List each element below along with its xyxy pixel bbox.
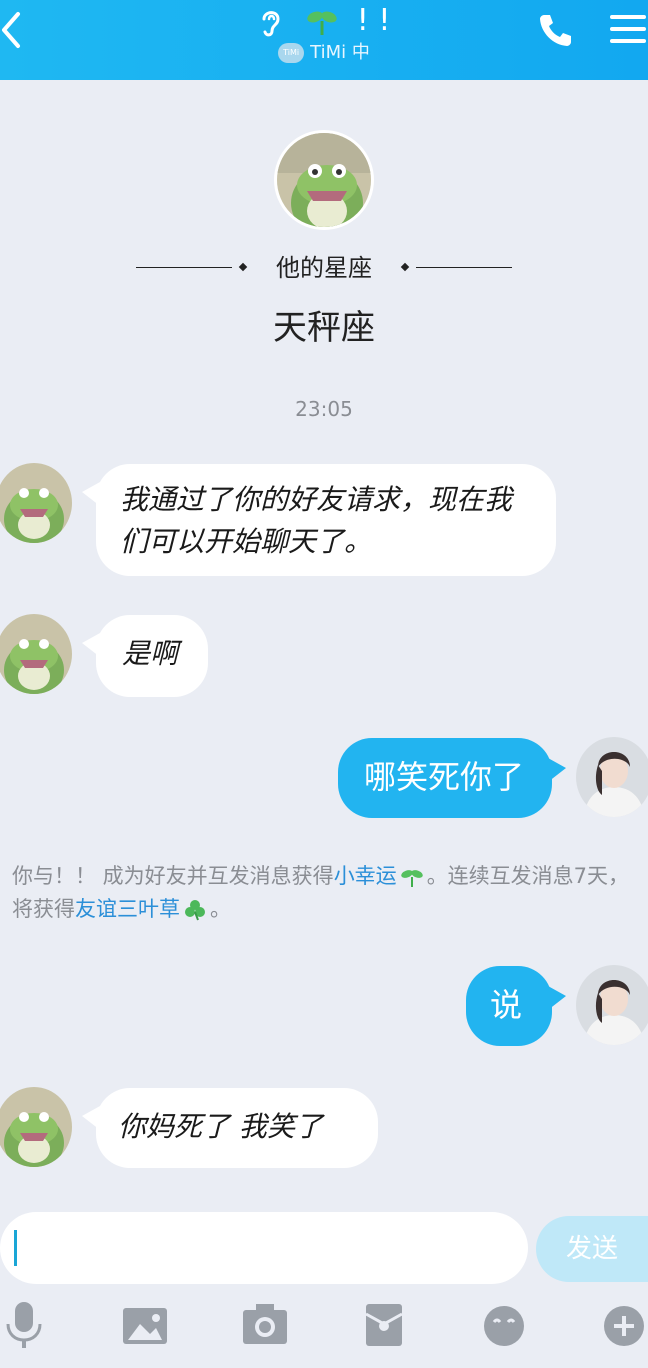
timi-badge-icon: TiMi — [278, 43, 305, 63]
message-text: 你妈死了 我笑了 — [118, 1110, 323, 1143]
message-bubble[interactable]: 是啊 — [82, 615, 208, 697]
bubble-tail — [82, 1106, 100, 1130]
phone-icon[interactable] — [538, 12, 574, 48]
self-avatar[interactable] — [576, 965, 648, 1045]
chat-header: ! ! TiMi TiMi 中 — [0, 0, 648, 80]
self-avatar[interactable] — [576, 737, 648, 817]
friend-profile-avatar[interactable] — [274, 130, 374, 230]
friend-avatar[interactable] — [0, 614, 72, 694]
message-timestamp: 23:05 — [295, 397, 353, 421]
text-cursor — [14, 1230, 17, 1266]
message-text: 我通过了你的好友请求，现在我们可以开始聊天了。 — [120, 483, 513, 558]
message-bubble[interactable]: 我通过了你的好友请求，现在我们可以开始聊天了。 — [82, 464, 556, 576]
clover-link[interactable]: 友谊三叶草 — [75, 897, 180, 921]
friend-name: ! ! — [356, 3, 391, 38]
system-notice: 你与！！ 成为好友并互发消息获得小幸运 。连续互发消息7天，将获得友谊三叶草 。 — [12, 860, 632, 926]
user-avatar-icon — [576, 965, 648, 1045]
message-text: 说 — [490, 986, 523, 1024]
sprout-icon — [307, 11, 337, 35]
send-button[interactable]: 发送 — [536, 1216, 648, 1282]
zodiac-section: 他的星座 — [134, 250, 514, 286]
image-icon[interactable] — [122, 1300, 168, 1350]
bubble-tail — [548, 758, 566, 782]
friend-avatar[interactable] — [0, 463, 72, 543]
crocodile-avatar-icon — [0, 463, 72, 543]
crocodile-avatar-icon — [0, 614, 72, 694]
bubble-tail — [82, 482, 100, 506]
red-packet-icon[interactable] — [364, 1300, 404, 1350]
emoji-icon[interactable] — [482, 1300, 526, 1350]
zodiac-value: 天秤座 — [273, 308, 375, 348]
lucky-link[interactable]: 小幸运 — [334, 864, 397, 888]
clover-icon — [185, 900, 205, 921]
ear-icon[interactable] — [258, 7, 284, 37]
message-bubble-self[interactable]: 说 — [466, 966, 566, 1046]
notice-text: 你与！！ 成为好友并互发消息获得 — [12, 864, 334, 888]
friend-avatar[interactable] — [0, 1087, 72, 1167]
zodiac-label: 他的星座 — [276, 254, 372, 282]
notice-text: 。 — [210, 897, 231, 921]
bubble-tail — [548, 986, 566, 1010]
online-status-text: TiMi 中 — [310, 42, 370, 63]
message-bubble[interactable]: 你妈死了 我笑了 — [82, 1088, 378, 1168]
microphone-icon[interactable] — [4, 1300, 44, 1350]
menu-icon[interactable] — [608, 12, 648, 46]
message-text: 哪笑死你了 — [364, 758, 525, 796]
divider-line — [416, 267, 512, 268]
camera-icon[interactable] — [242, 1300, 288, 1350]
user-avatar-icon — [576, 737, 648, 817]
crocodile-avatar-icon — [277, 133, 371, 227]
message-input[interactable] — [0, 1212, 528, 1284]
message-bubble-self[interactable]: 哪笑死你了 — [338, 738, 566, 818]
plus-icon[interactable] — [602, 1300, 646, 1350]
bubble-tail — [82, 633, 100, 657]
crocodile-avatar-icon — [0, 1087, 72, 1167]
message-text: 是啊 — [122, 637, 179, 670]
sprout-icon — [400, 870, 423, 887]
